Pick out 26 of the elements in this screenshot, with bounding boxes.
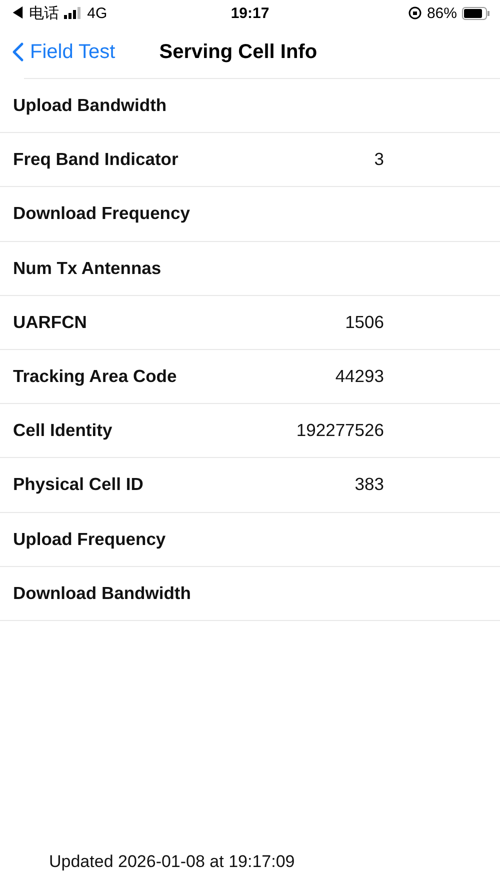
row-label: Cell Identity — [13, 420, 114, 442]
row-label: Download Frequency — [13, 203, 191, 224]
battery-icon — [462, 6, 490, 20]
chevron-icon — [12, 42, 24, 62]
page-title: Serving Cell Info — [159, 40, 318, 64]
row-value: 3 — [373, 149, 385, 170]
carrier-text: ◀ 电话 — [10, 4, 60, 22]
row-label: Physical Cell ID — [13, 474, 144, 496]
row-value: 1506 — [344, 312, 385, 333]
back-button[interactable]: Field Test — [12, 40, 116, 64]
status-time: 19:17 — [230, 4, 270, 22]
row-label: Download Bandwidth — [13, 582, 192, 604]
signal-icon — [64, 7, 82, 19]
row-label: UARFCN — [13, 312, 88, 333]
row-label: Num Tx Antennas — [13, 258, 162, 279]
rotation-lock-icon — [408, 6, 422, 20]
row-value: 383 — [354, 474, 385, 496]
row-label: Upload Bandwidth — [13, 95, 168, 116]
network-text: 4G — [87, 4, 108, 22]
battery-percent: 86% — [426, 4, 457, 22]
row-value: 192277526 — [295, 420, 385, 442]
row-label: Upload Frequency — [13, 528, 167, 550]
row-value: 44293 — [334, 366, 385, 388]
row-label: Tracking Area Code — [13, 366, 178, 388]
updated-text: Updated 2026-01-08 at 19:17:09 — [49, 852, 295, 871]
row-label: Freq Band Indicator — [13, 149, 180, 170]
